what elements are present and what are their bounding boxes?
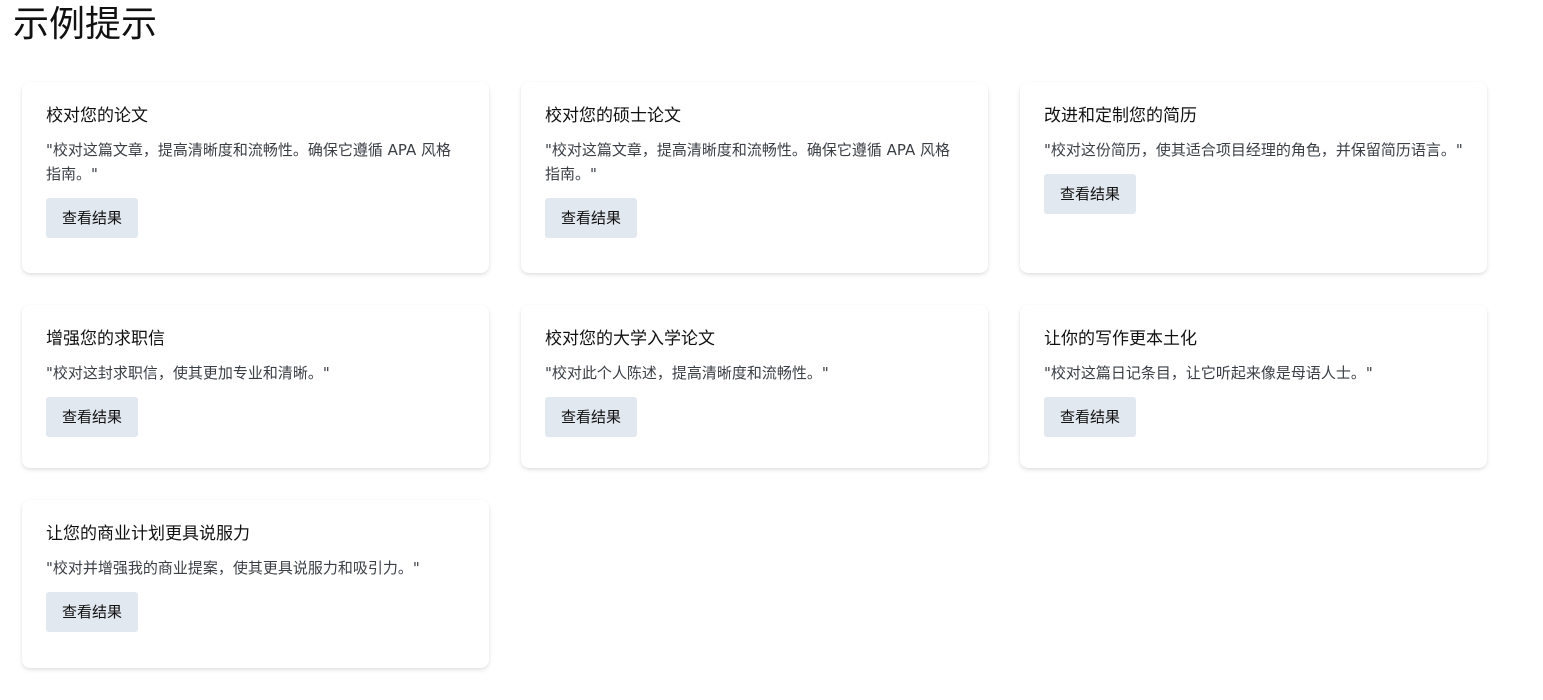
card-prompt: "校对这篇日记条目，让它听起来像是母语人士。" — [1044, 364, 1373, 382]
prompt-card: 校对您的大学入学论文 "校对此个人陈述，提高清晰度和流畅性。" 查看结果 — [521, 305, 988, 468]
card-title: 增强您的求职信 — [46, 329, 165, 349]
view-results-button[interactable]: 查看结果 — [545, 397, 638, 437]
view-results-button[interactable]: 查看结果 — [1044, 397, 1137, 437]
card-prompt: "校对这份简历，使其适合项目经理的角色，并保留简历语言。" — [1044, 141, 1463, 159]
card-prompt: "校对并增强我的商业提案，使其更具说服力和吸引力。" — [46, 559, 420, 577]
prompt-card: 增强您的求职信 "校对这封求职信，使其更加专业和清晰。" 查看结果 — [22, 305, 489, 468]
view-results-button[interactable]: 查看结果 — [46, 397, 139, 437]
example-prompts-grid: 校对您的论文 "校对这篇文章，提高清晰度和流畅性。确保它遵循 APA 风格指南。… — [22, 82, 1487, 668]
card-title: 改进和定制您的简历 — [1044, 106, 1197, 126]
prompt-card: 校对您的硕士论文 "校对这篇文章，提高清晰度和流畅性。确保它遵循 APA 风格指… — [521, 82, 988, 273]
card-prompt: "校对这篇文章，提高清晰度和流畅性。确保它遵循 APA 风格指南。" — [545, 141, 951, 183]
prompt-card: 改进和定制您的简历 "校对这份简历，使其适合项目经理的角色，并保留简历语言。" … — [1020, 82, 1487, 273]
card-title: 让你的写作更本土化 — [1044, 329, 1197, 349]
view-results-button[interactable]: 查看结果 — [545, 198, 638, 238]
card-title: 让您的商业计划更具说服力 — [46, 524, 250, 544]
card-title: 校对您的论文 — [46, 106, 148, 126]
page-title: 示例提示 — [13, 4, 158, 45]
card-prompt: "校对这篇文章，提高清晰度和流畅性。确保它遵循 APA 风格指南。" — [46, 141, 452, 183]
prompt-card: 让你的写作更本土化 "校对这篇日记条目，让它听起来像是母语人士。" 查看结果 — [1020, 305, 1487, 468]
card-title: 校对您的大学入学论文 — [545, 329, 715, 349]
card-prompt: "校对这封求职信，使其更加专业和清晰。" — [46, 364, 330, 382]
prompt-card: 让您的商业计划更具说服力 "校对并增强我的商业提案，使其更具说服力和吸引力。" … — [22, 500, 489, 668]
view-results-button[interactable]: 查看结果 — [46, 592, 139, 632]
prompt-card: 校对您的论文 "校对这篇文章，提高清晰度和流畅性。确保它遵循 APA 风格指南。… — [22, 82, 489, 273]
card-prompt: "校对此个人陈述，提高清晰度和流畅性。" — [545, 364, 829, 382]
page: 示例提示 校对您的论文 "校对这篇文章，提高清晰度和流畅性。确保它遵循 APA … — [0, 0, 1543, 700]
view-results-button[interactable]: 查看结果 — [46, 198, 139, 238]
view-results-button[interactable]: 查看结果 — [1044, 174, 1137, 214]
card-title: 校对您的硕士论文 — [545, 106, 681, 126]
